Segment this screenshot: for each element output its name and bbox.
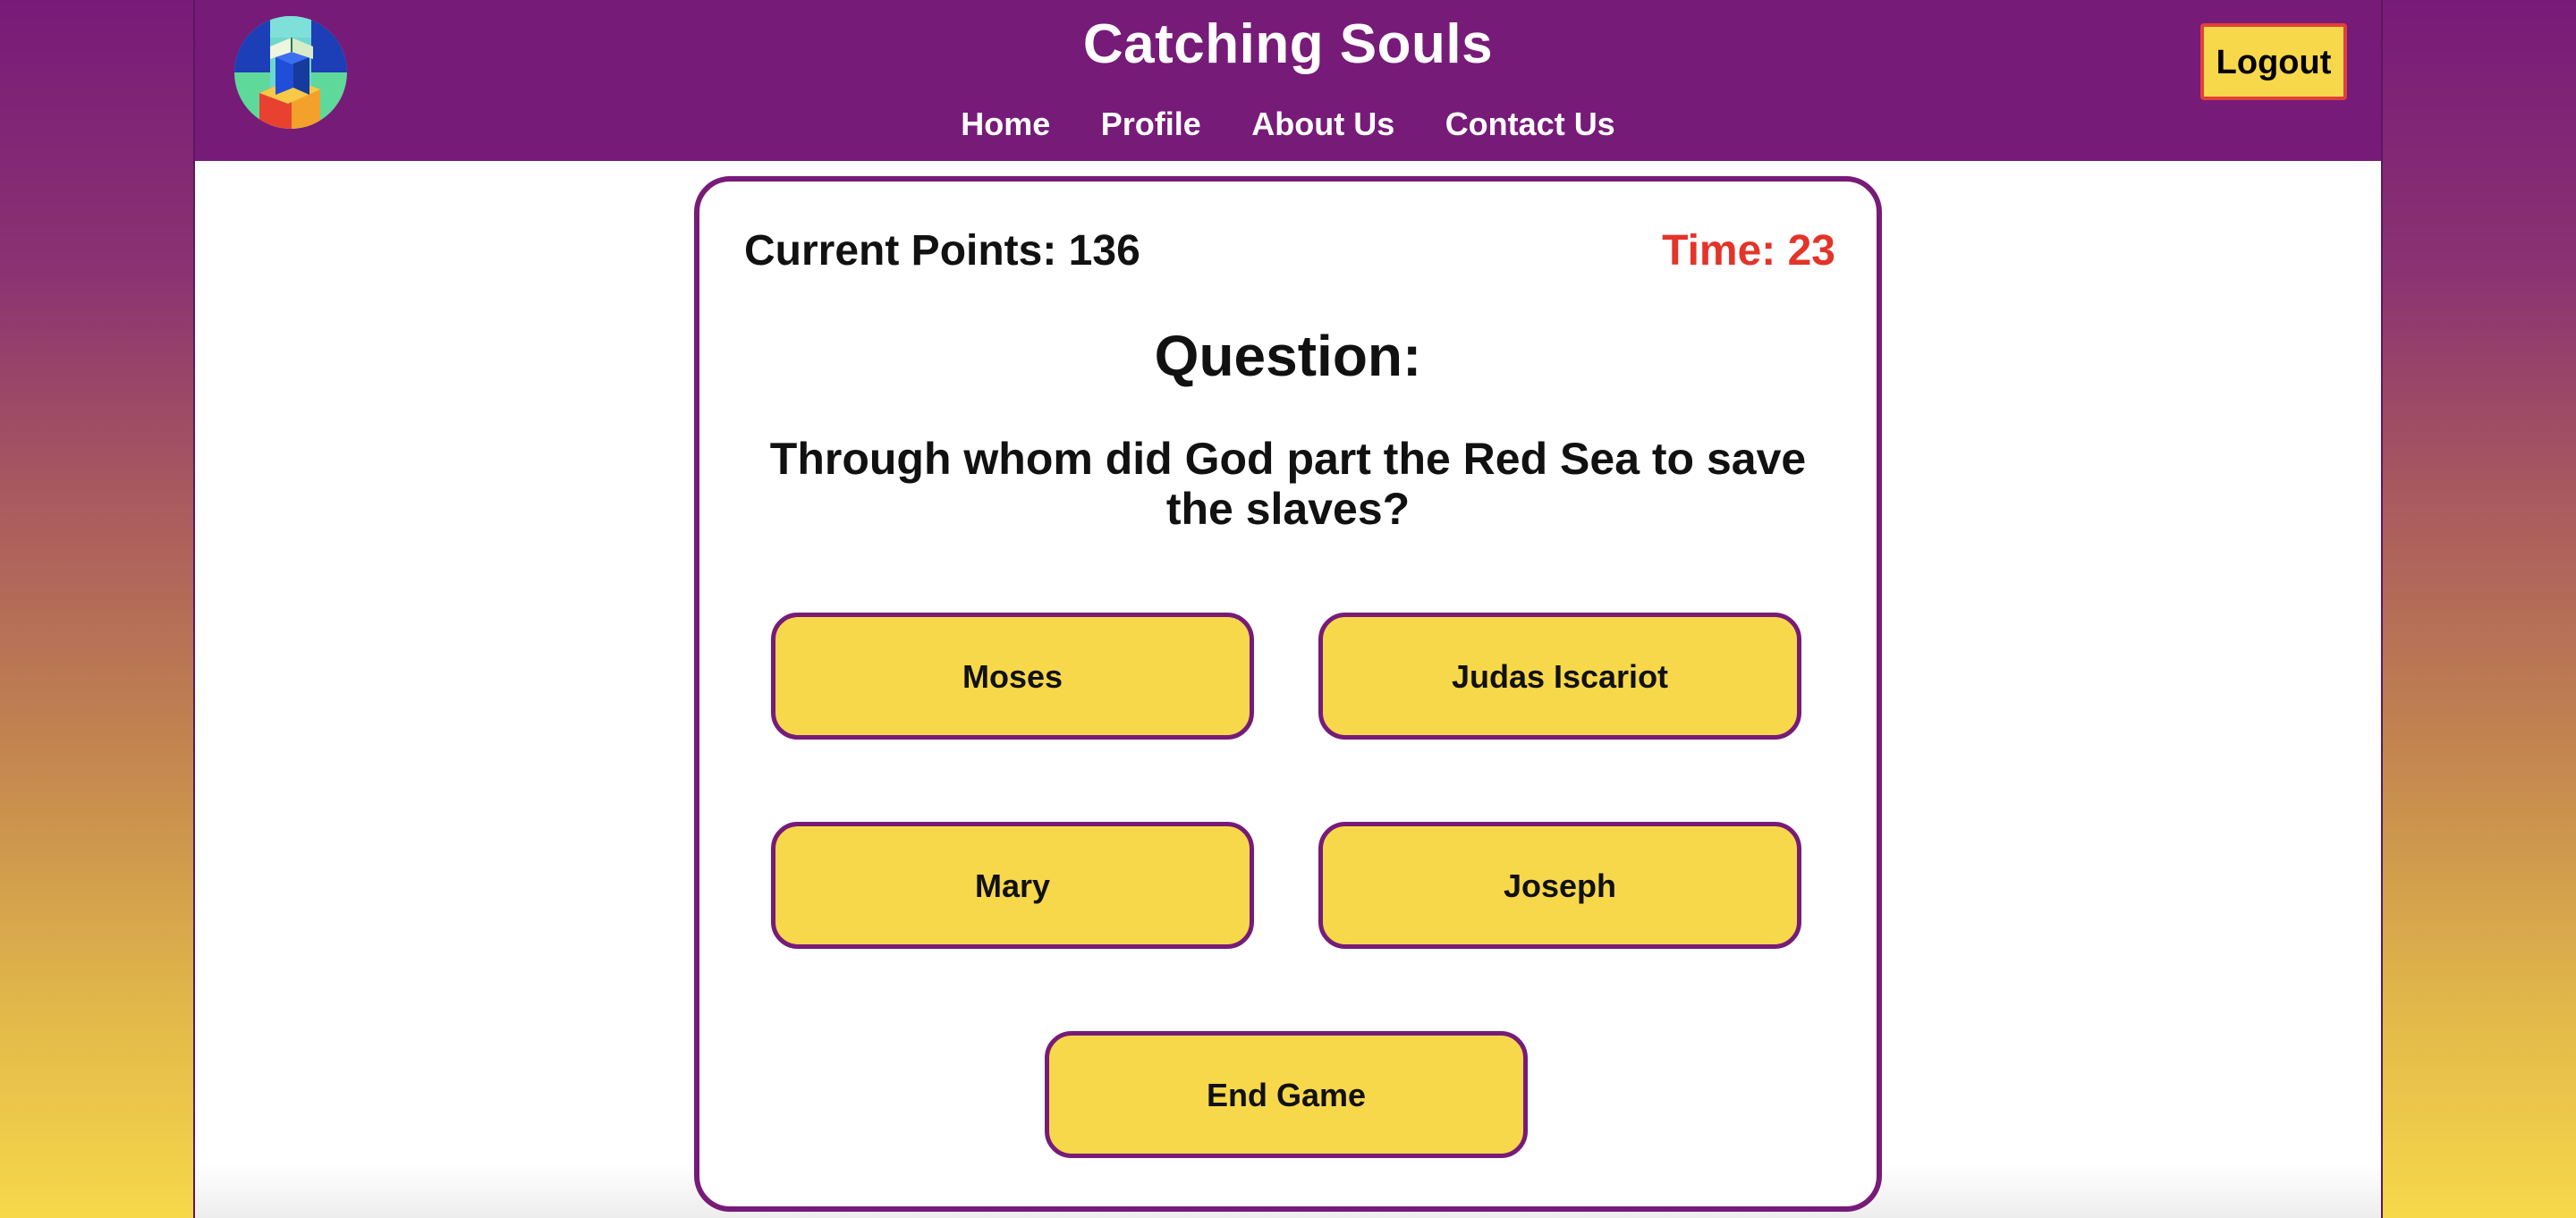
- nav-home-link[interactable]: Home: [961, 106, 1050, 143]
- site-title: Catching Souls: [1082, 13, 1494, 75]
- logout-button[interactable]: Logout: [2200, 23, 2347, 100]
- main-nav: Home Profile About Us Contact Us: [195, 106, 2381, 143]
- quiz-card: Current Points: 136 Time: 23 Question: T…: [694, 176, 1882, 1212]
- end-game-button[interactable]: End Game: [1045, 1031, 1528, 1158]
- answer-button-judas-iscariot[interactable]: Judas Iscariot: [1318, 613, 1801, 740]
- nav-profile-link[interactable]: Profile: [1101, 106, 1201, 143]
- timer-label: Time: 23: [1662, 227, 1835, 275]
- answer-button-moses[interactable]: Moses: [771, 613, 1254, 740]
- nav-contact-us-link[interactable]: Contact Us: [1445, 106, 1615, 143]
- current-points-label: Current Points: 136: [744, 227, 1140, 275]
- page-container: Catching Souls Home Profile About Us Con…: [193, 0, 2383, 1218]
- nav-about-us-link[interactable]: About Us: [1251, 106, 1394, 143]
- answer-button-mary[interactable]: Mary: [771, 822, 1254, 949]
- question-text: Through whom did God part the Red Sea to…: [769, 434, 1807, 534]
- question-heading: Question:: [1154, 324, 1422, 388]
- site-header: Catching Souls Home Profile About Us Con…: [195, 0, 2381, 161]
- answer-button-joseph[interactable]: Joseph: [1318, 822, 1801, 949]
